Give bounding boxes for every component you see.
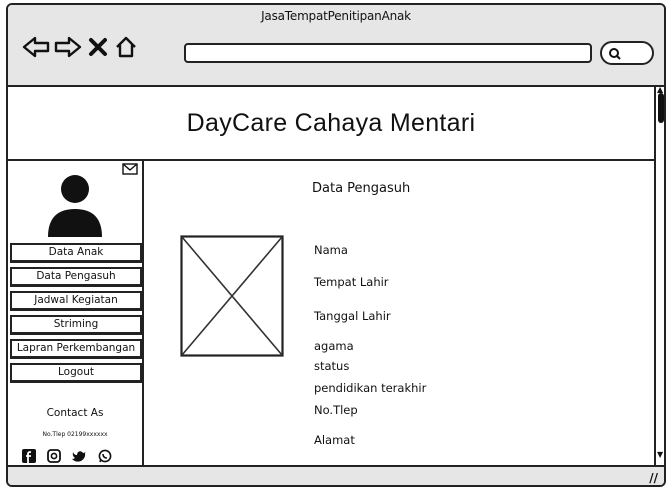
section-title: Data Pengasuh: [312, 181, 411, 196]
sidebar-item-data-pengasuh[interactable]: Data Pengasuh: [10, 267, 144, 287]
contact-phone: No.Tlep 02199xxxxxx: [42, 431, 108, 438]
browser-chrome: JasaTempatPenitipanAnak: [8, 5, 664, 87]
back-arrow-icon[interactable]: [22, 35, 50, 59]
field-tempat-lahir: Tempat Lahir: [314, 275, 389, 289]
sidebar-item-data-anak[interactable]: Data Anak: [10, 243, 144, 263]
site-header: DayCare Cahaya Mentari: [8, 87, 654, 161]
home-icon[interactable]: [114, 35, 138, 59]
forward-arrow-icon[interactable]: [54, 35, 82, 59]
field-no-tlep: No.Tlep: [314, 403, 358, 417]
sidebar-item-laporan-perkembangan[interactable]: Lapran Perkembangan: [10, 339, 144, 359]
site-title: DayCare Cahaya Mentari: [186, 109, 476, 137]
scroll-down-icon[interactable]: ▼: [657, 451, 663, 459]
mail-icon[interactable]: [122, 163, 138, 175]
search-button[interactable]: [600, 41, 654, 65]
sidebar-menu: Data Anak Data Pengasuh Jadwal Kegiatan …: [10, 243, 144, 387]
field-tanggal-lahir: Tanggal Lahir: [314, 309, 391, 323]
sidebar-item-jadwal-kegiatan[interactable]: Jadwal Kegiatan: [10, 291, 144, 311]
field-agama: agama: [314, 339, 354, 353]
field-pendidikan-terakhir: pendidikan terakhir: [314, 381, 427, 395]
user-avatar-icon: [48, 175, 102, 237]
scroll-thumb[interactable]: [658, 93, 664, 123]
field-alamat: Alamat: [314, 433, 355, 447]
search-icon: [609, 48, 621, 60]
resize-grip-icon[interactable]: //: [649, 471, 658, 485]
field-status: status: [314, 359, 350, 373]
image-placeholder: [180, 235, 284, 357]
browser-window: JasaTempatPenitipanAnak DayCare Cahaya M…: [6, 3, 666, 487]
contact-label: Contact As: [46, 407, 104, 419]
field-nama: Nama: [314, 243, 348, 257]
url-bar[interactable]: [184, 43, 592, 63]
vertical-scrollbar[interactable]: ▲ ▼: [654, 86, 664, 465]
social-links: [22, 447, 118, 467]
main-content: Data Pengasuh Nama Tempat Lahir Tanggal …: [144, 161, 654, 465]
sidebar-item-striming[interactable]: Striming: [10, 315, 144, 335]
status-bar: //: [8, 465, 664, 485]
sidebar: Data Anak Data Pengasuh Jadwal Kegiatan …: [8, 161, 144, 465]
window-title: JasaTempatPenitipanAnak: [261, 9, 411, 23]
sidebar-item-logout[interactable]: Logout: [10, 363, 144, 383]
close-x-icon[interactable]: [88, 37, 108, 57]
